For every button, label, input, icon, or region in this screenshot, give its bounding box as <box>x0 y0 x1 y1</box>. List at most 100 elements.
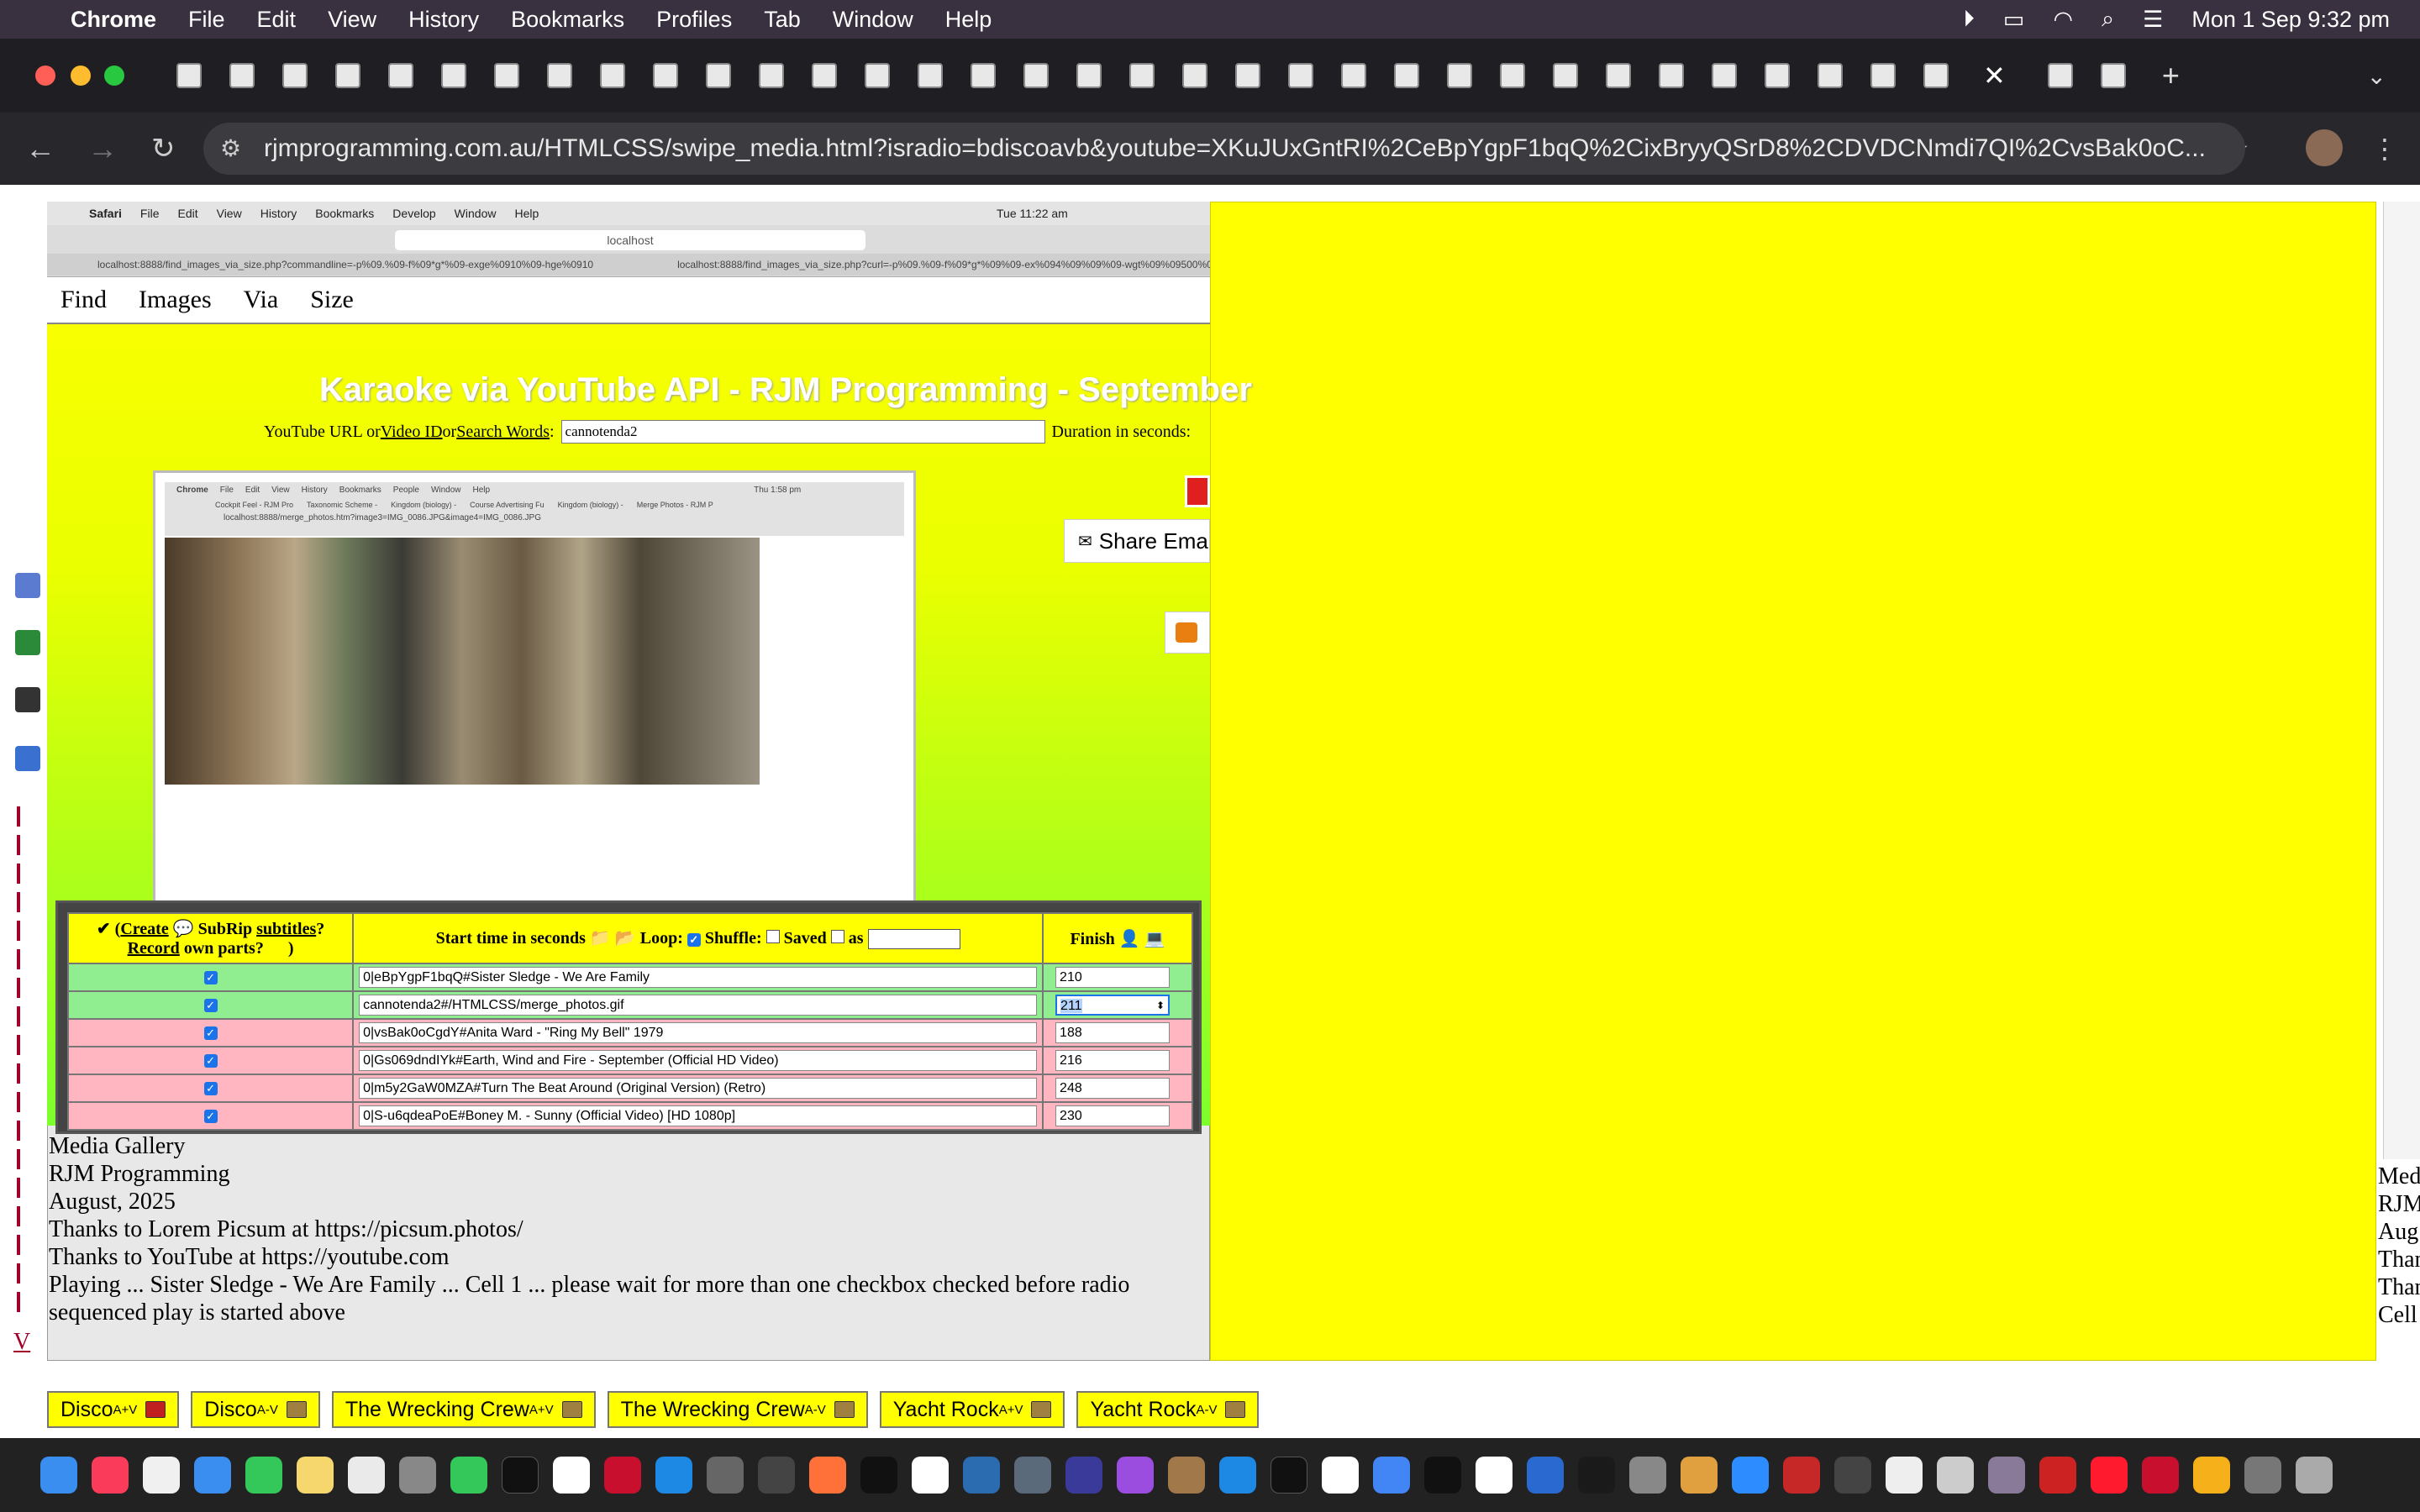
tab-favicon[interactable] <box>1023 63 1049 88</box>
app-icon[interactable] <box>1168 1457 1205 1494</box>
tab-favicon[interactable] <box>282 63 308 88</box>
back-icon[interactable]: ← <box>25 131 55 166</box>
control-center-icon[interactable]: ☰ <box>2143 7 2163 33</box>
tab-favicon[interactable] <box>2100 63 2126 88</box>
tab-favicon[interactable] <box>1394 63 1419 88</box>
tab-favicon[interactable] <box>918 63 943 88</box>
tab-favicon[interactable] <box>1447 63 1472 88</box>
tab-favicon[interactable] <box>1553 63 1578 88</box>
app-icon[interactable] <box>1886 1457 1923 1494</box>
close-tab-icon[interactable]: ✕ <box>1983 60 2006 92</box>
youtube-url-input[interactable]: cannotenda2 <box>560 420 1045 444</box>
tab-favicon[interactable] <box>1235 63 1260 88</box>
app-icon[interactable] <box>1937 1457 1974 1494</box>
row-checkbox[interactable]: ✓ <box>203 998 218 1012</box>
calculator-icon[interactable] <box>707 1457 744 1494</box>
app-icon[interactable] <box>2039 1457 2076 1494</box>
address-url[interactable]: rjmprogramming.com.au/HTMLCSS/swipe_medi… <box>264 134 2206 163</box>
forward-icon[interactable]: → <box>87 131 118 166</box>
shuffle-icon[interactable] <box>15 746 40 771</box>
tab-favicon[interactable] <box>1606 63 1631 88</box>
close-window-icon[interactable] <box>35 66 55 86</box>
disco-a-v-button[interactable]: Disco A-V <box>191 1391 320 1428</box>
tab-favicon[interactable] <box>494 63 519 88</box>
reminders-icon[interactable] <box>143 1457 180 1494</box>
zoom-app-icon[interactable] <box>1732 1457 1769 1494</box>
wrecking-crew-av-button[interactable]: The Wrecking Crew A+V <box>331 1391 596 1428</box>
tab-favicon[interactable] <box>1712 63 1737 88</box>
new-tab-icon[interactable]: + <box>2162 58 2180 93</box>
freeform-icon[interactable] <box>348 1457 385 1494</box>
start-input[interactable]: 0|eBpYgpF1bqQ#Sister Sledge - We Are Fam… <box>359 967 1038 988</box>
terminal-icon[interactable] <box>502 1457 539 1494</box>
row-checkbox[interactable]: ✓ <box>203 1053 218 1068</box>
document-icon[interactable] <box>1476 1457 1512 1494</box>
bbedit-icon[interactable] <box>1065 1457 1102 1494</box>
terminal-icon[interactable] <box>1270 1457 1307 1494</box>
app-icon[interactable] <box>1424 1457 1461 1494</box>
start-input[interactable]: cannotenda2#/HTMLCSS/merge_photos.gif <box>359 995 1038 1016</box>
computer-icon[interactable] <box>15 630 40 655</box>
row-checkbox[interactable]: ✓ <box>203 1109 218 1123</box>
app-store-icon[interactable] <box>655 1457 692 1494</box>
downloads-icon[interactable] <box>2244 1457 2281 1494</box>
launchpad-icon[interactable] <box>399 1457 436 1494</box>
finish-input[interactable]: 216 <box>1055 1050 1171 1071</box>
app-icon[interactable] <box>1783 1457 1820 1494</box>
create-link[interactable]: Create <box>120 920 168 938</box>
menu-profiles[interactable]: Profiles <box>656 7 732 33</box>
tab-favicon[interactable] <box>971 63 996 88</box>
tab-favicon[interactable] <box>600 63 625 88</box>
menu-file[interactable]: File <box>188 7 225 33</box>
podcasts-icon[interactable] <box>1117 1457 1154 1494</box>
tab-search-chevron-icon[interactable]: ⌄ <box>2367 62 2386 90</box>
search-words-link[interactable]: Search Words <box>456 423 550 442</box>
tab-favicon[interactable] <box>1182 63 1207 88</box>
share-orange-icon[interactable] <box>1165 612 1210 654</box>
utility-icon[interactable] <box>758 1457 795 1494</box>
menu-history[interactable]: History <box>408 7 479 33</box>
menu-window[interactable]: Window <box>833 7 913 33</box>
battery-icon[interactable]: ▭ <box>2003 7 2025 33</box>
save-as-input[interactable] <box>867 929 960 950</box>
yacht-rock-av-button[interactable]: Yacht Rock A+V <box>879 1391 1065 1428</box>
tab-favicon[interactable] <box>865 63 890 88</box>
folder-icon[interactable]: 📁 <box>590 929 611 948</box>
tab-favicon[interactable] <box>1765 63 1790 88</box>
intellij-icon[interactable] <box>1578 1457 1615 1494</box>
app-icon[interactable] <box>1988 1457 2025 1494</box>
tab-favicon[interactable] <box>388 63 413 88</box>
chrome-icon[interactable] <box>1373 1457 1410 1494</box>
opera-icon[interactable] <box>2091 1457 2128 1494</box>
menu-tab[interactable]: Tab <box>764 7 801 33</box>
search-icon[interactable]: ⌕ <box>2102 6 2114 33</box>
facetime-icon[interactable] <box>450 1457 487 1494</box>
person-icon[interactable]: 👤 <box>1119 930 1140 948</box>
calendar-icon[interactable] <box>1322 1457 1359 1494</box>
document-icon[interactable] <box>553 1457 590 1494</box>
saved-checkbox[interactable] <box>830 929 844 943</box>
finish-input[interactable]: 248 <box>1055 1078 1171 1099</box>
tab-favicon[interactable] <box>2047 63 2073 88</box>
minimize-window-icon[interactable] <box>71 66 91 86</box>
tab-favicon[interactable] <box>229 63 255 88</box>
nav-find[interactable]: Find <box>60 286 107 314</box>
loop-checkbox[interactable]: ✓ <box>687 932 701 947</box>
tab-favicon[interactable] <box>441 63 466 88</box>
finish-input[interactable]: 230 <box>1055 1105 1171 1126</box>
finish-input[interactable]: 188 <box>1055 1022 1171 1043</box>
notes-icon[interactable] <box>297 1457 334 1494</box>
wrecking-crew-a-v-button[interactable]: The Wrecking Crew A-V <box>607 1391 868 1428</box>
app-icon[interactable] <box>2193 1457 2230 1494</box>
tab-favicon[interactable] <box>1288 63 1313 88</box>
share-email-button[interactable]: ✉ Share Ema <box>1064 519 1210 563</box>
start-input[interactable]: 0|Gs069dndIYk#Earth, Wind and Fire - Sep… <box>359 1050 1038 1071</box>
app-icon[interactable] <box>1834 1457 1871 1494</box>
computer-icon[interactable]: 💻 <box>1144 930 1165 948</box>
messages-icon[interactable] <box>245 1457 282 1494</box>
menubar-app-name[interactable]: Chrome <box>71 7 156 33</box>
folder-open-icon[interactable]: 📂 <box>615 929 636 948</box>
nav-via[interactable]: Via <box>244 286 279 314</box>
tab-favicon[interactable] <box>335 63 360 88</box>
subtitles-link[interactable]: subtitles <box>256 920 316 938</box>
